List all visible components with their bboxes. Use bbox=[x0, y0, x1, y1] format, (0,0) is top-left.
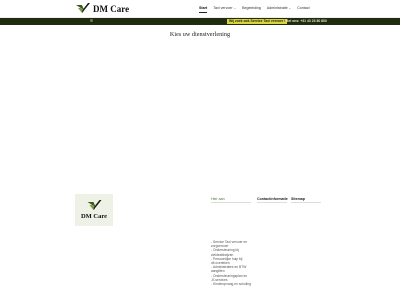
chevron-down-icon: ⌄ bbox=[233, 6, 237, 10]
footer-contact-heading: Contactinformatie bbox=[257, 197, 288, 201]
nav-label: Begeleiding bbox=[242, 6, 261, 10]
announcement-highlight[interactable]: Wij zoek ook Service Taxi vervoer ! bbox=[227, 19, 288, 24]
chevron-down-icon: ⌄ bbox=[288, 6, 292, 10]
page-title: Kies uw dienstverlening bbox=[169, 31, 231, 38]
main-nav: Start Taxi vervoer⌄ Begeleiding Administ… bbox=[199, 6, 310, 13]
dot-icon bbox=[90, 19, 93, 22]
logo-checkmark-icon bbox=[76, 3, 90, 13]
nav-item-contact[interactable]: Contact bbox=[297, 6, 309, 10]
footer-services-list: - Service Taxi vervoer en zorgvervoer - … bbox=[211, 240, 255, 286]
nav-label: Administratie bbox=[266, 6, 288, 10]
nav-item-administratie[interactable]: Administratie⌄ bbox=[267, 6, 291, 10]
footer-brand-name: DM Care bbox=[80, 213, 108, 220]
footer-logo[interactable]: DM Care bbox=[75, 194, 113, 226]
nav-label: Contact bbox=[297, 6, 310, 10]
phone-number[interactable]: Bel ons: +31 43 23 80 800 bbox=[286, 19, 327, 24]
logo-checkmark-icon bbox=[87, 200, 101, 210]
footer-services-heading: Hier aan bbox=[211, 197, 225, 201]
brand-name: DM Care bbox=[93, 4, 130, 14]
nav-item-taxi-vervoer[interactable]: Taxi vervoer⌄ bbox=[213, 6, 236, 10]
footer-divider bbox=[211, 202, 251, 203]
announcement-bar: Wij zoek ook Service Taxi vervoer ! Bel … bbox=[0, 18, 400, 25]
footer-divider bbox=[257, 202, 287, 203]
nav-label: Taxi vervoer bbox=[213, 6, 233, 10]
footer-divider bbox=[291, 202, 321, 203]
nav-item-begeleiding[interactable]: Begeleiding bbox=[242, 6, 261, 10]
brand-logo[interactable]: DM Care bbox=[76, 3, 129, 15]
nav-item-start[interactable]: Start bbox=[199, 6, 208, 13]
footer-sitemap-heading: Sitemap bbox=[291, 197, 305, 201]
list-item[interactable]: - Kinderopvang en scholing bbox=[211, 282, 255, 286]
nav-label: Start bbox=[199, 6, 208, 10]
